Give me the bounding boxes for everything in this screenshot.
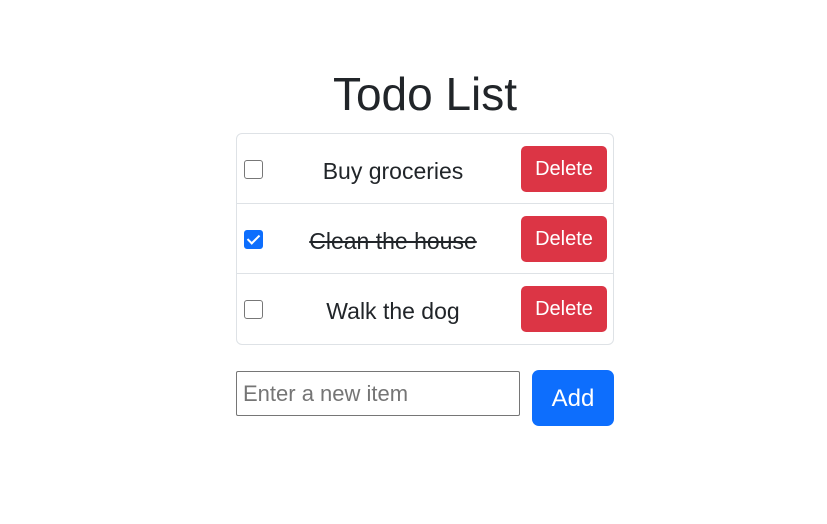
new-item-input[interactable] bbox=[236, 371, 520, 416]
delete-button[interactable]: Delete bbox=[521, 216, 607, 262]
todo-checkbox[interactable] bbox=[244, 160, 263, 179]
todo-item: Buy groceries Delete bbox=[237, 134, 613, 204]
todo-text: Buy groceries bbox=[322, 158, 464, 184]
todo-list: Buy groceries Delete Clean the house Del… bbox=[236, 133, 614, 345]
todo-text: Clean the house bbox=[309, 228, 477, 254]
todo-checkbox[interactable] bbox=[244, 230, 263, 249]
todo-checkbox[interactable] bbox=[244, 300, 263, 319]
delete-button[interactable]: Delete bbox=[521, 286, 607, 332]
todo-text: Walk the dog bbox=[326, 298, 460, 324]
todo-item: Clean the house Delete bbox=[237, 204, 613, 274]
add-button[interactable]: Add bbox=[532, 370, 614, 426]
todo-item: Walk the dog Delete bbox=[237, 274, 613, 344]
delete-button[interactable]: Delete bbox=[521, 146, 607, 192]
page-title: Todo List bbox=[332, 68, 518, 120]
